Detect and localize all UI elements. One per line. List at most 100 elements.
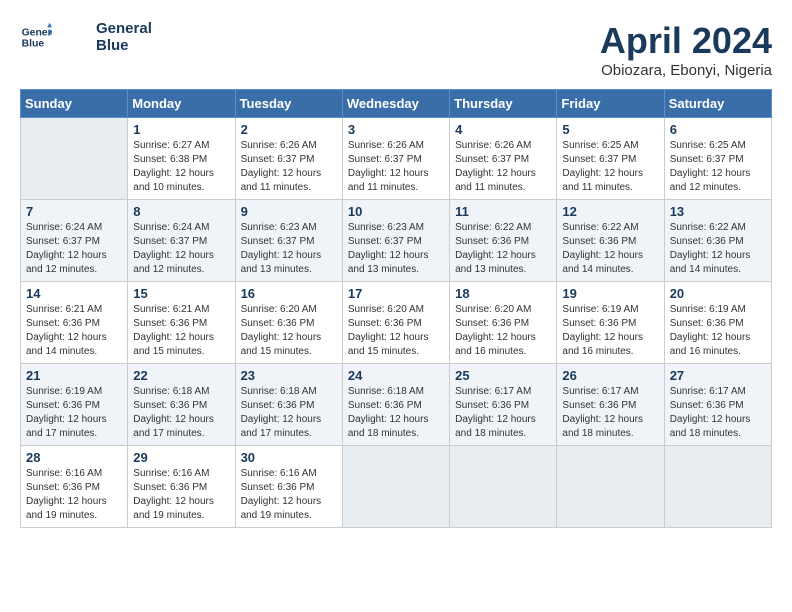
day-number: 12 <box>562 204 658 219</box>
day-info: Sunrise: 6:26 AM Sunset: 6:37 PM Dayligh… <box>455 139 551 195</box>
calendar-cell: 16 Sunrise: 6:20 AM Sunset: 6:36 PM Dayli… <box>235 282 342 364</box>
calendar-cell: 24 Sunrise: 6:18 AM Sunset: 6:36 PM Dayli… <box>342 364 449 446</box>
day-info: Sunrise: 6:25 AM Sunset: 6:37 PM Dayligh… <box>562 139 658 195</box>
day-number: 24 <box>348 368 444 383</box>
day-info: Sunrise: 6:16 AM Sunset: 6:36 PM Dayligh… <box>241 467 337 523</box>
calendar-cell: 4 Sunrise: 6:26 AM Sunset: 6:37 PM Daylig… <box>450 118 557 200</box>
day-number: 16 <box>241 286 337 301</box>
day-number: 15 <box>133 286 229 301</box>
day-info: Sunrise: 6:19 AM Sunset: 6:36 PM Dayligh… <box>562 303 658 359</box>
calendar-cell: 26 Sunrise: 6:17 AM Sunset: 6:36 PM Dayli… <box>557 364 664 446</box>
calendar-cell: 28Sunrise: 6:16 AM Sunset: 6:36 PM Dayli… <box>21 446 128 528</box>
day-number: 14 <box>26 286 122 301</box>
day-info: Sunrise: 6:19 AM Sunset: 6:36 PM Dayligh… <box>26 385 122 441</box>
day-number: 7 <box>26 204 122 219</box>
day-info: Sunrise: 6:20 AM Sunset: 6:36 PM Dayligh… <box>241 303 337 359</box>
day-info: Sunrise: 6:23 AM Sunset: 6:37 PM Dayligh… <box>348 221 444 277</box>
day-number: 21 <box>26 368 122 383</box>
day-number: 2 <box>241 122 337 137</box>
location-subtitle: Obiozara, Ebonyi, Nigeria <box>600 62 772 79</box>
calendar-cell: 27Sunrise: 6:17 AM Sunset: 6:36 PM Dayli… <box>664 364 771 446</box>
calendar-table: SundayMondayTuesdayWednesdayThursdayFrid… <box>20 89 772 528</box>
calendar-cell: 6 Sunrise: 6:25 AM Sunset: 6:37 PM Daylig… <box>664 118 771 200</box>
calendar-cell: 22 Sunrise: 6:18 AM Sunset: 6:36 PM Dayli… <box>128 364 235 446</box>
day-number: 13 <box>670 204 766 219</box>
day-info: Sunrise: 6:25 AM Sunset: 6:37 PM Dayligh… <box>670 139 766 195</box>
svg-text:General: General <box>22 27 52 38</box>
day-number: 9 <box>241 204 337 219</box>
day-number: 3 <box>348 122 444 137</box>
day-info: Sunrise: 6:21 AM Sunset: 6:36 PM Dayligh… <box>26 303 122 359</box>
calendar-cell <box>342 446 449 528</box>
day-info: Sunrise: 6:20 AM Sunset: 6:36 PM Dayligh… <box>348 303 444 359</box>
day-info: Sunrise: 6:19 AM Sunset: 6:36 PM Dayligh… <box>670 303 766 359</box>
day-info: Sunrise: 6:27 AM Sunset: 6:38 PM Dayligh… <box>133 139 229 195</box>
week-row-2: 7 Sunrise: 6:24 AM Sunset: 6:37 PM Daylig… <box>21 200 772 282</box>
day-info: Sunrise: 6:16 AM Sunset: 6:36 PM Dayligh… <box>133 467 229 523</box>
day-info: Sunrise: 6:26 AM Sunset: 6:37 PM Dayligh… <box>348 139 444 195</box>
day-number: 17 <box>348 286 444 301</box>
calendar-cell <box>450 446 557 528</box>
day-number: 22 <box>133 368 229 383</box>
day-info: Sunrise: 6:17 AM Sunset: 6:36 PM Dayligh… <box>562 385 658 441</box>
day-info: Sunrise: 6:21 AM Sunset: 6:36 PM Dayligh… <box>133 303 229 359</box>
logo-text: General Blue <box>96 20 152 54</box>
day-number: 1 <box>133 122 229 137</box>
calendar-cell: 3 Sunrise: 6:26 AM Sunset: 6:37 PM Daylig… <box>342 118 449 200</box>
day-number: 10 <box>348 204 444 219</box>
day-number: 26 <box>562 368 658 383</box>
calendar-cell: 18Sunrise: 6:20 AM Sunset: 6:36 PM Dayli… <box>450 282 557 364</box>
calendar-cell: 13 Sunrise: 6:22 AM Sunset: 6:36 PM Dayli… <box>664 200 771 282</box>
calendar-cell: 7Sunrise: 6:24 AM Sunset: 6:37 PM Daylig… <box>21 200 128 282</box>
day-number: 23 <box>241 368 337 383</box>
day-info: Sunrise: 6:22 AM Sunset: 6:36 PM Dayligh… <box>670 221 766 277</box>
day-info: Sunrise: 6:16 AM Sunset: 6:36 PM Dayligh… <box>26 467 122 523</box>
calendar-cell: 10 Sunrise: 6:23 AM Sunset: 6:37 PM Dayli… <box>342 200 449 282</box>
page-header: General Blue General Blue April 2024 Obi… <box>20 20 772 79</box>
calendar-cell <box>664 446 771 528</box>
weekday-header-tuesday: Tuesday <box>235 90 342 118</box>
day-number: 4 <box>455 122 551 137</box>
calendar-cell: 1 Sunrise: 6:27 AM Sunset: 6:38 PM Daylig… <box>128 118 235 200</box>
calendar-cell: 12 Sunrise: 6:22 AM Sunset: 6:36 PM Dayli… <box>557 200 664 282</box>
weekday-header-wednesday: Wednesday <box>342 90 449 118</box>
logo: General Blue General Blue <box>20 20 152 54</box>
calendar-cell: 8Sunrise: 6:24 AM Sunset: 6:37 PM Daylig… <box>128 200 235 282</box>
calendar-cell <box>557 446 664 528</box>
day-info: Sunrise: 6:26 AM Sunset: 6:37 PM Dayligh… <box>241 139 337 195</box>
calendar-cell: 20Sunrise: 6:19 AM Sunset: 6:36 PM Dayli… <box>664 282 771 364</box>
week-row-5: 28Sunrise: 6:16 AM Sunset: 6:36 PM Dayli… <box>21 446 772 528</box>
day-number: 11 <box>455 204 551 219</box>
day-info: Sunrise: 6:18 AM Sunset: 6:36 PM Dayligh… <box>241 385 337 441</box>
svg-text:Blue: Blue <box>22 39 45 50</box>
weekday-header-sunday: Sunday <box>21 90 128 118</box>
calendar-cell: 17 Sunrise: 6:20 AM Sunset: 6:36 PM Dayli… <box>342 282 449 364</box>
day-info: Sunrise: 6:18 AM Sunset: 6:36 PM Dayligh… <box>348 385 444 441</box>
day-info: Sunrise: 6:24 AM Sunset: 6:37 PM Dayligh… <box>133 221 229 277</box>
title-block: April 2024 Obiozara, Ebonyi, Nigeria <box>600 20 772 79</box>
day-number: 6 <box>670 122 766 137</box>
weekday-header-monday: Monday <box>128 90 235 118</box>
calendar-cell: 14 Sunrise: 6:21 AM Sunset: 6:36 PM Dayli… <box>21 282 128 364</box>
day-info: Sunrise: 6:17 AM Sunset: 6:36 PM Dayligh… <box>455 385 551 441</box>
weekday-header-saturday: Saturday <box>664 90 771 118</box>
day-info: Sunrise: 6:18 AM Sunset: 6:36 PM Dayligh… <box>133 385 229 441</box>
day-number: 5 <box>562 122 658 137</box>
calendar-cell <box>21 118 128 200</box>
day-number: 29 <box>133 450 229 465</box>
day-info: Sunrise: 6:22 AM Sunset: 6:36 PM Dayligh… <box>562 221 658 277</box>
calendar-cell: 11Sunrise: 6:22 AM Sunset: 6:36 PM Dayli… <box>450 200 557 282</box>
calendar-cell: 19 Sunrise: 6:19 AM Sunset: 6:36 PM Dayli… <box>557 282 664 364</box>
calendar-cell: 2 Sunrise: 6:26 AM Sunset: 6:37 PM Daylig… <box>235 118 342 200</box>
calendar-cell: 23 Sunrise: 6:18 AM Sunset: 6:36 PM Dayli… <box>235 364 342 446</box>
month-title: April 2024 <box>600 20 772 62</box>
weekday-header-thursday: Thursday <box>450 90 557 118</box>
day-number: 27 <box>670 368 766 383</box>
week-row-3: 14 Sunrise: 6:21 AM Sunset: 6:36 PM Dayli… <box>21 282 772 364</box>
calendar-cell: 5 Sunrise: 6:25 AM Sunset: 6:37 PM Daylig… <box>557 118 664 200</box>
logo-icon: General Blue <box>20 21 52 53</box>
weekday-header-row: SundayMondayTuesdayWednesdayThursdayFrid… <box>21 90 772 118</box>
calendar-cell: 21 Sunrise: 6:19 AM Sunset: 6:36 PM Dayli… <box>21 364 128 446</box>
week-row-1: 1 Sunrise: 6:27 AM Sunset: 6:38 PM Daylig… <box>21 118 772 200</box>
day-number: 19 <box>562 286 658 301</box>
